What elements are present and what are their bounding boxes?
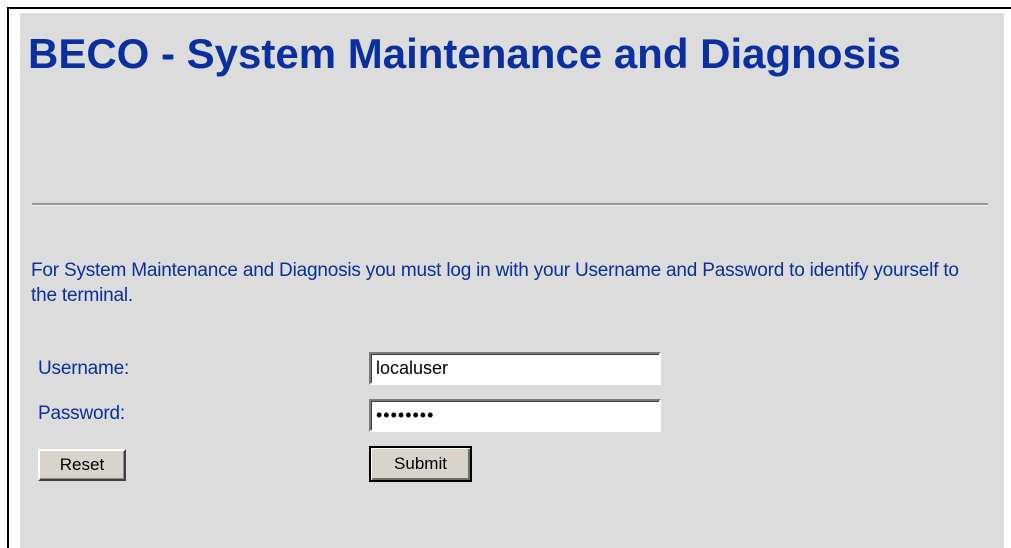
password-label: Password: — [38, 403, 125, 424]
password-field[interactable] — [369, 399, 661, 432]
title-divider — [32, 203, 988, 206]
page-title: BECO - System Maintenance and Diagnosis — [28, 30, 901, 77]
submit-button[interactable]: Submit — [369, 446, 472, 482]
username-field[interactable] — [369, 352, 661, 385]
login-instructions: For System Maintenance and Diagnosis you… — [31, 260, 959, 306]
username-label: Username: — [38, 358, 130, 379]
reset-button[interactable]: Reset — [38, 449, 126, 481]
